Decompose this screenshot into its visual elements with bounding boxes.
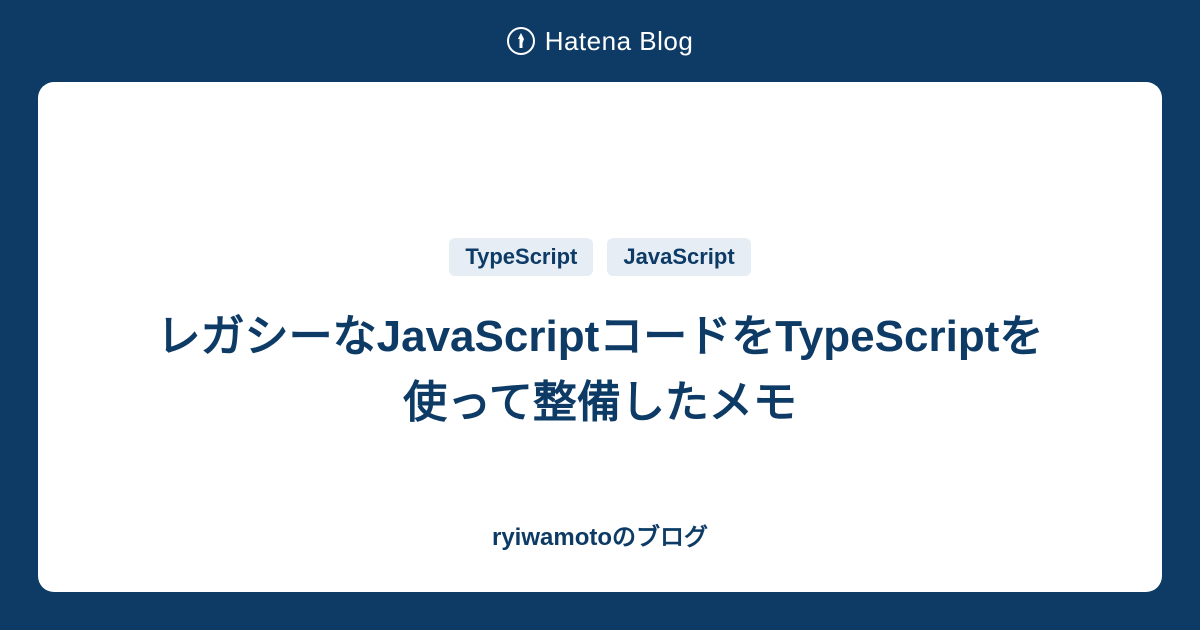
blog-name: ryiwamotoのブログ [492, 517, 708, 552]
site-header: Hatena Blog [507, 0, 694, 82]
article-title: レガシーなJavaScriptコードをTypeScriptを使って整備したメモ [150, 304, 1050, 436]
article-card: TypeScript JavaScript レガシーなJavaScriptコード… [38, 82, 1162, 592]
brand-name: Hatena Blog [545, 26, 694, 57]
tag: JavaScript [607, 238, 750, 276]
tag: TypeScript [449, 238, 593, 276]
hatena-logo-icon [507, 27, 535, 55]
tag-list: TypeScript JavaScript [449, 238, 750, 276]
